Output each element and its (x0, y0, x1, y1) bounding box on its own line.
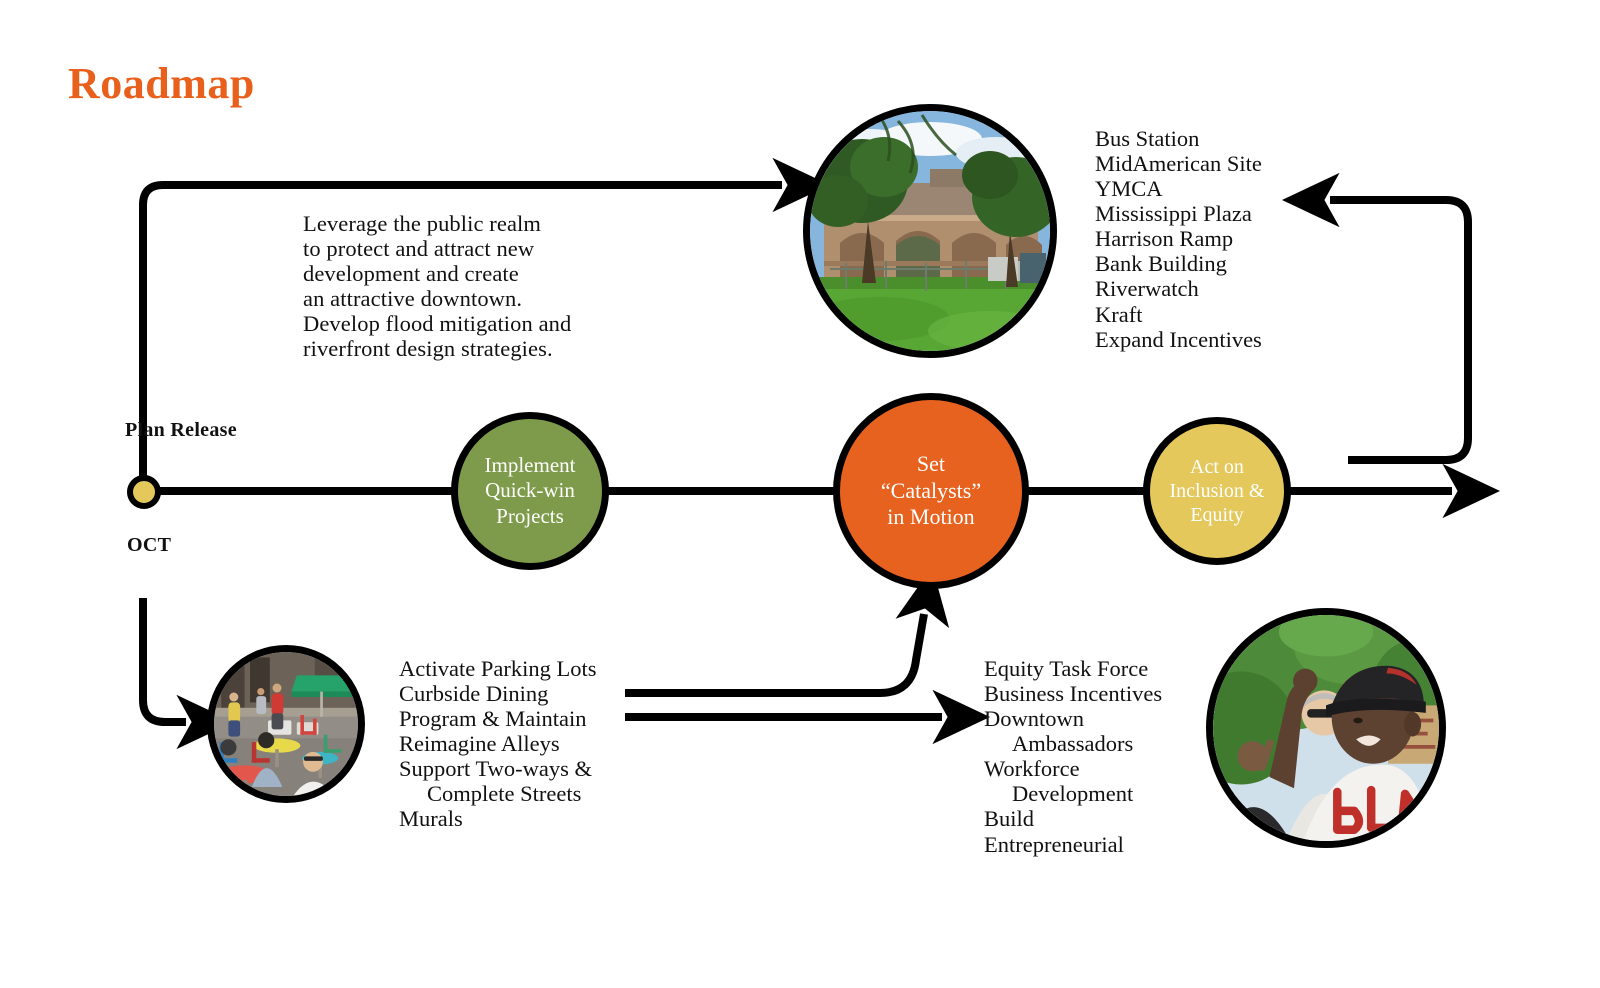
catalyst-item: MidAmerican Site (1095, 151, 1262, 177)
milestone-label: Implement Quick-win Projects (484, 453, 576, 528)
oct-caption: OCT (127, 534, 172, 556)
catalyst-item: Mississippi Plaza (1095, 201, 1252, 227)
milestone-set-catalysts-in-motion[interactable]: Set “Catalysts” in Motion (833, 393, 1029, 589)
equity-item: Equity Task Force (984, 656, 1149, 681)
milestone-act-on-inclusion-and-equity[interactable]: Act on Inclusion & Equity (1143, 417, 1291, 565)
milestone-implement-quick-win-projects[interactable]: Implement Quick-win Projects (451, 412, 609, 570)
quickwin-item: Complete Streets (427, 781, 582, 807)
equity-item: Business Incentives (984, 681, 1163, 707)
milestone-label: Set “Catalysts” in Motion (880, 451, 982, 530)
quickwin-item: Program & Maintain (399, 706, 587, 732)
arrow-equity-loop-to-catalyst-list (1282, 172, 1472, 464)
equity-item: Build (984, 806, 1035, 832)
dining-photo-illustration (214, 652, 358, 796)
plan-release-caption: Plan Release (125, 419, 237, 441)
page-title: Roadmap (68, 59, 255, 108)
catalyst-item: Bank Building (1095, 251, 1227, 277)
plan-release-milestone-dot (127, 475, 161, 509)
equity-item: Development (1012, 781, 1134, 807)
catalyst-item: Kraft (1095, 301, 1143, 327)
equity-item: Downtown (984, 706, 1084, 732)
equity-item: Workforce (984, 756, 1080, 782)
catalyst-item: Harrison Ramp (1095, 226, 1234, 252)
milestone-label: Act on Inclusion & Equity (1169, 456, 1265, 526)
catalyst-projects-list: Bus Station MidAmerican Site YMCA Mississip… (1095, 126, 1262, 352)
riverfront-photo-illustration (810, 111, 1050, 351)
equity-item: Entrepreneurial (984, 831, 1124, 857)
photo-curbside-dining (207, 645, 365, 803)
equity-photo-illustration (1213, 615, 1439, 841)
quickwin-item: Support Two-ways & (399, 756, 593, 782)
public-realm-statement: Leverage the public realm to protect and… (303, 211, 572, 362)
catalyst-item: YMCA (1095, 176, 1163, 202)
arrow-to-dining-photo (139, 598, 234, 750)
catalyst-item: Bus Station (1095, 126, 1200, 151)
photo-riverfront-site (803, 104, 1057, 358)
equity-item: Ambassadors (1012, 731, 1134, 757)
equity-initiatives-list: Equity Task Force Business Incentives Down… (984, 656, 1162, 857)
quickwin-item: Activate Parking Lots (399, 656, 597, 681)
quickwin-projects-list: Activate Parking Lots Curbside Dining Prog… (399, 656, 596, 832)
quickwin-item: Murals (399, 806, 463, 832)
arrow-quickwin-to-catalysts (625, 566, 950, 697)
catalyst-item: Expand Incentives (1095, 326, 1262, 352)
catalyst-item: Riverwatch (1095, 276, 1199, 302)
quickwin-item: Curbside Dining (399, 681, 549, 707)
photo-equity-rally (1206, 608, 1446, 848)
roadmap-diagram: Roadmap Leverage the public realm to pro… (0, 0, 1600, 988)
quickwin-item: Reimagine Alleys (399, 731, 560, 757)
